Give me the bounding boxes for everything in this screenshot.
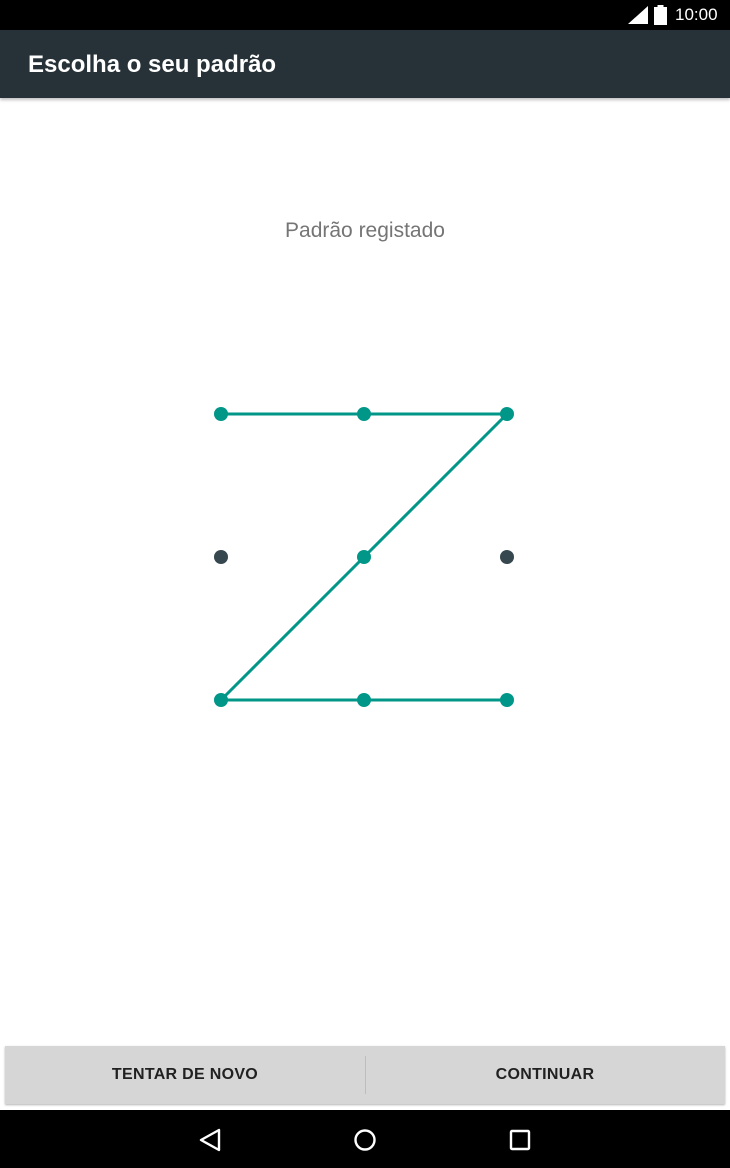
continue-button[interactable]: CONTINUAR xyxy=(365,1046,725,1104)
home-icon[interactable] xyxy=(351,1126,379,1154)
pattern-dot-4[interactable] xyxy=(214,550,228,564)
recents-icon[interactable] xyxy=(506,1126,534,1154)
button-bar: TENTAR DE NOVO CONTINUAR xyxy=(5,1046,725,1104)
retry-button[interactable]: TENTAR DE NOVO xyxy=(5,1046,365,1104)
pattern-dot-3[interactable] xyxy=(500,407,514,421)
pattern-lock-grid[interactable] xyxy=(0,0,730,1168)
pattern-dot-9[interactable] xyxy=(500,693,514,707)
pattern-dot-6[interactable] xyxy=(500,550,514,564)
pattern-dot-2[interactable] xyxy=(357,407,371,421)
pattern-dot-1[interactable] xyxy=(214,407,228,421)
navigation-bar xyxy=(0,1110,730,1168)
back-icon[interactable] xyxy=(196,1126,224,1154)
pattern-dot-8[interactable] xyxy=(357,693,371,707)
pattern-dot-7[interactable] xyxy=(214,693,228,707)
pattern-dot-5[interactable] xyxy=(357,550,371,564)
